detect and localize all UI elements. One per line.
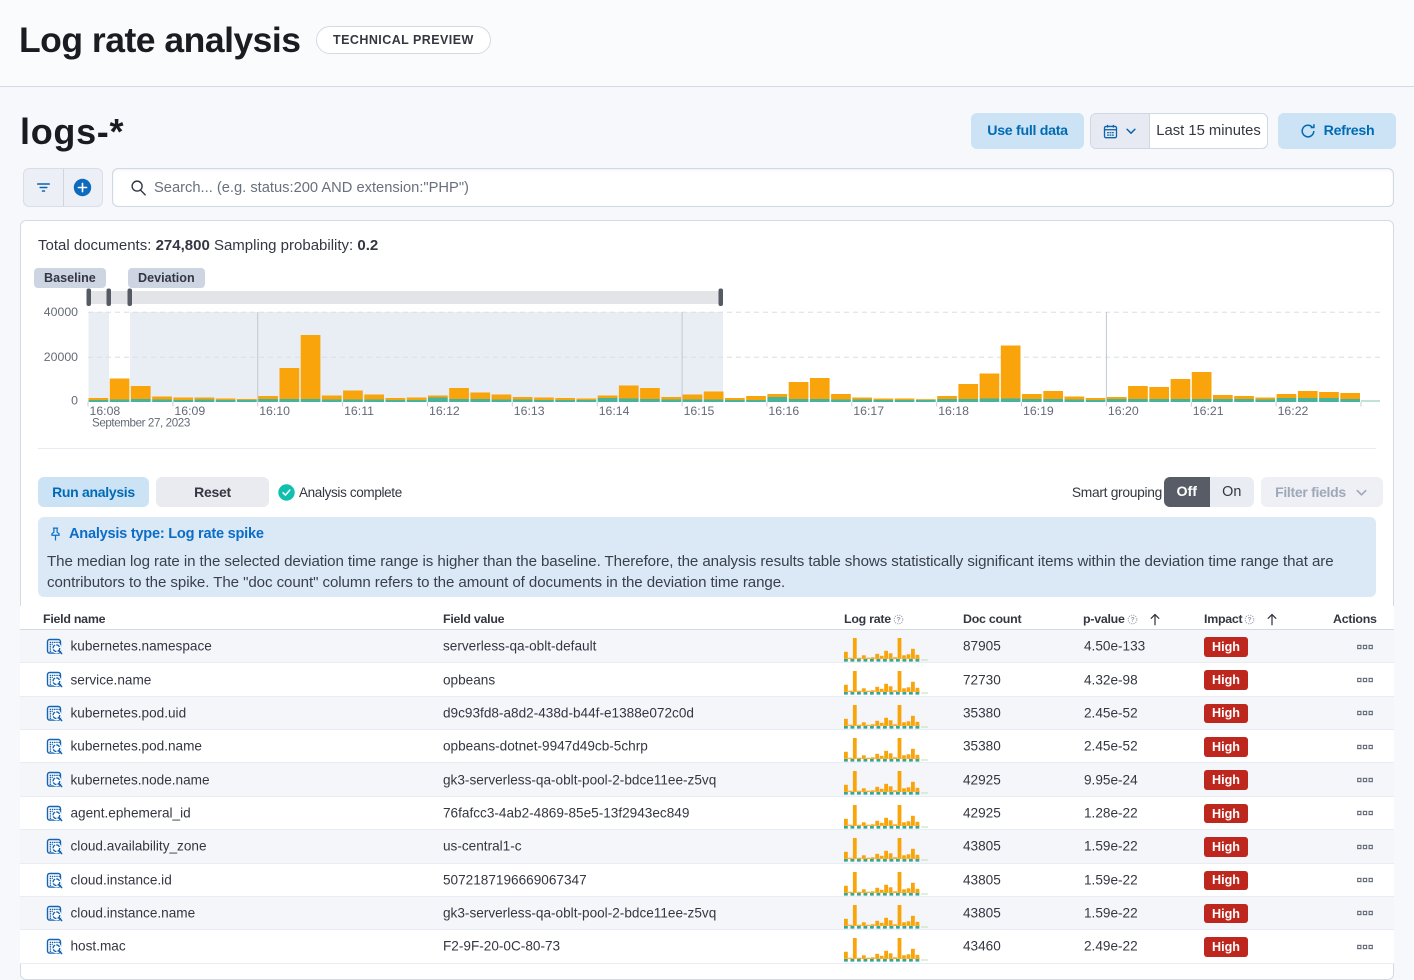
svg-text:16:14: 16:14 <box>599 404 630 418</box>
svg-text:16:22: 16:22 <box>1278 404 1309 418</box>
svg-text:16:11: 16:11 <box>344 404 374 418</box>
svg-text:16:20: 16:20 <box>1108 404 1139 418</box>
svg-text:16:16: 16:16 <box>768 404 799 418</box>
svg-text:16:13: 16:13 <box>514 404 545 418</box>
svg-text:16:12: 16:12 <box>429 404 460 418</box>
svg-text:?: ? <box>896 616 900 623</box>
svg-text:?: ? <box>1130 616 1134 623</box>
svg-text:40000: 40000 <box>44 305 78 319</box>
svg-text:16:17: 16:17 <box>853 404 884 418</box>
svg-text:16:21: 16:21 <box>1193 404 1224 418</box>
svg-text:16:19: 16:19 <box>1023 404 1054 418</box>
svg-text:16:10: 16:10 <box>259 404 290 418</box>
svg-text:16:15: 16:15 <box>684 404 715 418</box>
svg-text:September 27, 2023: September 27, 2023 <box>92 417 190 430</box>
svg-text:0: 0 <box>71 394 78 408</box>
svg-text:?: ? <box>1248 616 1252 623</box>
svg-text:20000: 20000 <box>44 350 78 364</box>
svg-text:16:18: 16:18 <box>938 404 969 418</box>
